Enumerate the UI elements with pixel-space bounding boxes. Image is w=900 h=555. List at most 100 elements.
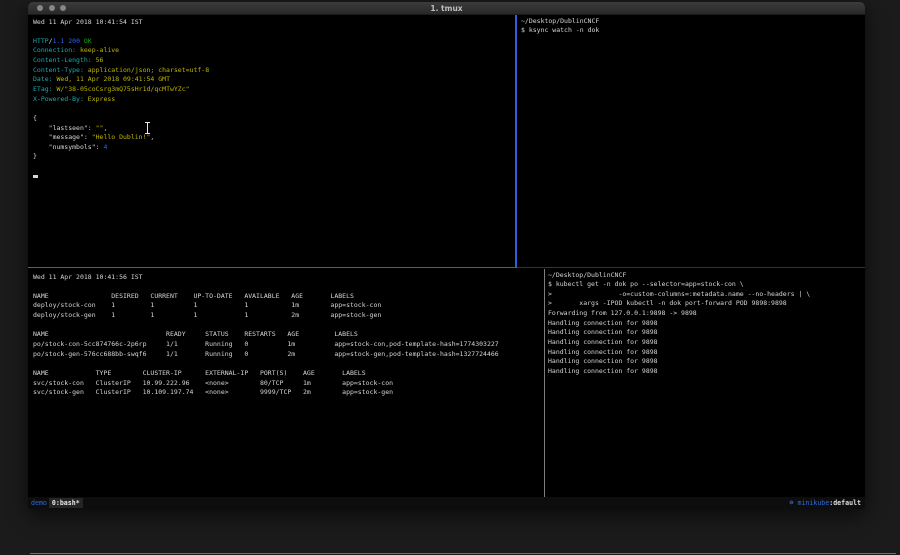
terminal-line: > xargs -IPOD kubectl -n dok port-forwar… bbox=[548, 299, 862, 309]
text-segment: > -o=custom-columns=:metadata.name --no-… bbox=[548, 290, 810, 298]
text-segment: Handling connection for 9898 bbox=[548, 357, 658, 365]
terminal-line: Content-Length: 56 bbox=[33, 56, 513, 66]
terminal-line: "lastseen": "", bbox=[33, 124, 513, 134]
terminal-line: Handling connection for 9898 bbox=[548, 357, 862, 367]
terminal-line: "numsymbols": 4 bbox=[33, 143, 513, 153]
terminal-line: deploy/stock-gen 1 1 1 1 2m app=stock-ge… bbox=[33, 311, 538, 321]
terminal-line: "message": "Hello Dublin!", bbox=[33, 133, 513, 143]
text-segment: po/stock-gen-576cc688bb-swqf6 1/1 Runnin… bbox=[33, 350, 499, 358]
pane-divider-horizontal-right[interactable] bbox=[517, 267, 865, 268]
pane-divider-vertical-bottom[interactable] bbox=[544, 269, 545, 497]
terminal-line: Wed 11 Apr 2018 10:41:54 IST bbox=[33, 18, 513, 28]
text-segment: Wed, 11 Apr 2018 09:41:54 GMT bbox=[53, 75, 170, 83]
terminal-line: X-Powered-By: Express bbox=[33, 95, 513, 105]
text-segment: Date: bbox=[33, 75, 53, 83]
text-segment: NAME DESIRED CURRENT UP-TO-DATE AVAILABL… bbox=[33, 292, 354, 300]
text-segment: OK bbox=[84, 37, 92, 45]
text-segment: Handling connection for 9898 bbox=[548, 348, 658, 356]
text-segment: Handling connection for 9898 bbox=[548, 319, 658, 327]
terminal-line bbox=[33, 359, 538, 369]
text-segment: "message": bbox=[33, 133, 92, 141]
desktop: { "window": { "title": "1. tmux" }, "col… bbox=[0, 0, 900, 555]
kubernetes-icon: ☸ bbox=[789, 499, 793, 507]
window-tab-bash[interactable]: 0:bash* bbox=[49, 498, 83, 508]
text-segment: , bbox=[103, 124, 107, 132]
terminal-line: Forwarding from 127.0.0.1:9898 -> 9898 bbox=[548, 309, 862, 319]
terminal-line: deploy/stock-con 1 1 1 1 1m app=stock-co… bbox=[33, 301, 538, 311]
terminal-line bbox=[33, 104, 513, 114]
terminal-line: Handling connection for 9898 bbox=[548, 348, 862, 358]
text-segment: NAME READY STATUS RESTARTS AGE LABELS bbox=[33, 330, 358, 338]
terminal-line: > -o=custom-columns=:metadata.name --no-… bbox=[548, 290, 862, 300]
terminal-line: HTTP/1.1 200 OK bbox=[33, 37, 513, 47]
mouse-ibeam-cursor bbox=[147, 123, 148, 133]
terminal-line: ~/Desktop/DublinCNCF bbox=[548, 271, 862, 281]
text-segment: keep-alive bbox=[76, 46, 119, 54]
screen-bottom-edge bbox=[30, 553, 896, 554]
pane-http-response[interactable]: Wed 11 Apr 2018 10:41:54 IST HTTP/1.1 200… bbox=[33, 18, 513, 182]
pane-ksync-watch[interactable]: ~/Desktop/DublinCNCF$ ksync watch -n dok bbox=[521, 17, 861, 36]
text-segment: "numsymbols": bbox=[33, 143, 103, 151]
text-segment: ETag: bbox=[33, 85, 53, 93]
text-segment: Forwarding from 127.0.0.1:9898 -> 9898 bbox=[548, 309, 697, 317]
text-segment: 1.1 bbox=[53, 37, 65, 45]
text-segment: application/json; charset=utf-8 bbox=[84, 66, 209, 74]
text-segment: Express bbox=[84, 95, 115, 103]
pane-port-forward[interactable]: ~/Desktop/DublinCNCF$ kubectl get -n dok… bbox=[548, 271, 862, 377]
terminal-line bbox=[33, 162, 513, 172]
text-segment: $ kubectl get -n dok po --selector=app=s… bbox=[548, 280, 744, 288]
terminal-line: Handling connection for 9898 bbox=[548, 319, 862, 329]
terminal-line: ~/Desktop/DublinCNCF bbox=[521, 17, 861, 27]
text-segment: Handling connection for 9898 bbox=[548, 367, 658, 375]
text-segment: } bbox=[33, 152, 37, 160]
text-segment: 200 bbox=[68, 37, 80, 45]
terminal-cursor bbox=[33, 175, 38, 178]
terminal-line: Content-Type: application/json; charset=… bbox=[33, 66, 513, 76]
titlebar[interactable]: 1. tmux bbox=[28, 2, 865, 15]
terminal-line: Wed 11 Apr 2018 10:41:56 IST bbox=[33, 273, 538, 283]
terminal-line bbox=[33, 27, 513, 37]
text-segment: ~/Desktop/DublinCNCF bbox=[521, 17, 599, 25]
text-segment: Handling connection for 9898 bbox=[548, 338, 658, 346]
terminal-line bbox=[33, 321, 538, 331]
text-segment: Wed 11 Apr 2018 10:41:56 IST bbox=[33, 273, 143, 281]
session-name: demo bbox=[31, 499, 47, 507]
terminal-line: po/stock-gen-576cc688bb-swqf6 1/1 Runnin… bbox=[33, 350, 538, 360]
text-segment: ~/Desktop/DublinCNCF bbox=[548, 271, 626, 279]
terminal-line: { bbox=[33, 114, 513, 124]
terminal-line: NAME DESIRED CURRENT UP-TO-DATE AVAILABL… bbox=[33, 292, 538, 302]
text-segment: $ ksync watch -n dok bbox=[521, 26, 599, 34]
pane-divider-vertical-top[interactable] bbox=[515, 15, 517, 268]
pane-kubectl-get[interactable]: Wed 11 Apr 2018 10:41:56 IST NAME DESIRED… bbox=[33, 273, 538, 398]
terminal-line: Handling connection for 9898 bbox=[548, 338, 862, 348]
terminal-line: Connection: keep-alive bbox=[33, 46, 513, 56]
text-segment: > xargs -IPOD kubectl -n dok port-forwar… bbox=[548, 299, 787, 307]
text-segment: , bbox=[150, 133, 154, 141]
terminal-line: Handling connection for 9898 bbox=[548, 367, 862, 377]
text-segment: NAME TYPE CLUSTER-IP EXTERNAL-IP PORT(S)… bbox=[33, 369, 366, 377]
kube-context-badge: ☸ minikube:default bbox=[789, 497, 861, 509]
terminal-line: $ ksync watch -n dok bbox=[521, 26, 861, 36]
terminal-window: 1. tmux Wed 11 Apr 2018 10:41:54 IST HTTP… bbox=[28, 2, 865, 509]
terminal-line: $ kubectl get -n dok po --selector=app=s… bbox=[548, 280, 862, 290]
terminal-line bbox=[33, 282, 538, 292]
terminal-line bbox=[33, 172, 513, 182]
text-segment: 4 bbox=[103, 143, 107, 151]
window-title: 1. tmux bbox=[28, 4, 865, 13]
tmux-status-bar: demo0:bash* ☸ minikube:default bbox=[28, 497, 865, 509]
terminal-line: Date: Wed, 11 Apr 2018 09:41:54 GMT bbox=[33, 75, 513, 85]
text-segment: 56 bbox=[92, 56, 104, 64]
terminal-line: NAME READY STATUS RESTARTS AGE LABELS bbox=[33, 330, 538, 340]
text-segment: HTTP bbox=[33, 37, 49, 45]
text-segment: deploy/stock-gen 1 1 1 1 2m app=stock-ge… bbox=[33, 311, 381, 319]
terminal-line: Handling connection for 9898 bbox=[548, 328, 862, 338]
text-segment: "lastseen": bbox=[33, 124, 96, 132]
terminal-line: ETag: W/"38-05coCsrg3mQ75sHr1d/qcMTwYZc" bbox=[33, 85, 513, 95]
text-segment: { bbox=[33, 114, 37, 122]
terminal-line: svc/stock-gen ClusterIP 10.109.197.74 <n… bbox=[33, 388, 538, 398]
text-segment: deploy/stock-con 1 1 1 1 1m app=stock-co… bbox=[33, 301, 381, 309]
text-segment: W/"38-05coCsrg3mQ75sHr1d/qcMTwYZc" bbox=[53, 85, 190, 93]
kube-namespace: :default bbox=[829, 499, 861, 507]
text-segment: svc/stock-gen ClusterIP 10.109.197.74 <n… bbox=[33, 388, 393, 396]
pane-divider-horizontal-left[interactable] bbox=[28, 267, 517, 269]
